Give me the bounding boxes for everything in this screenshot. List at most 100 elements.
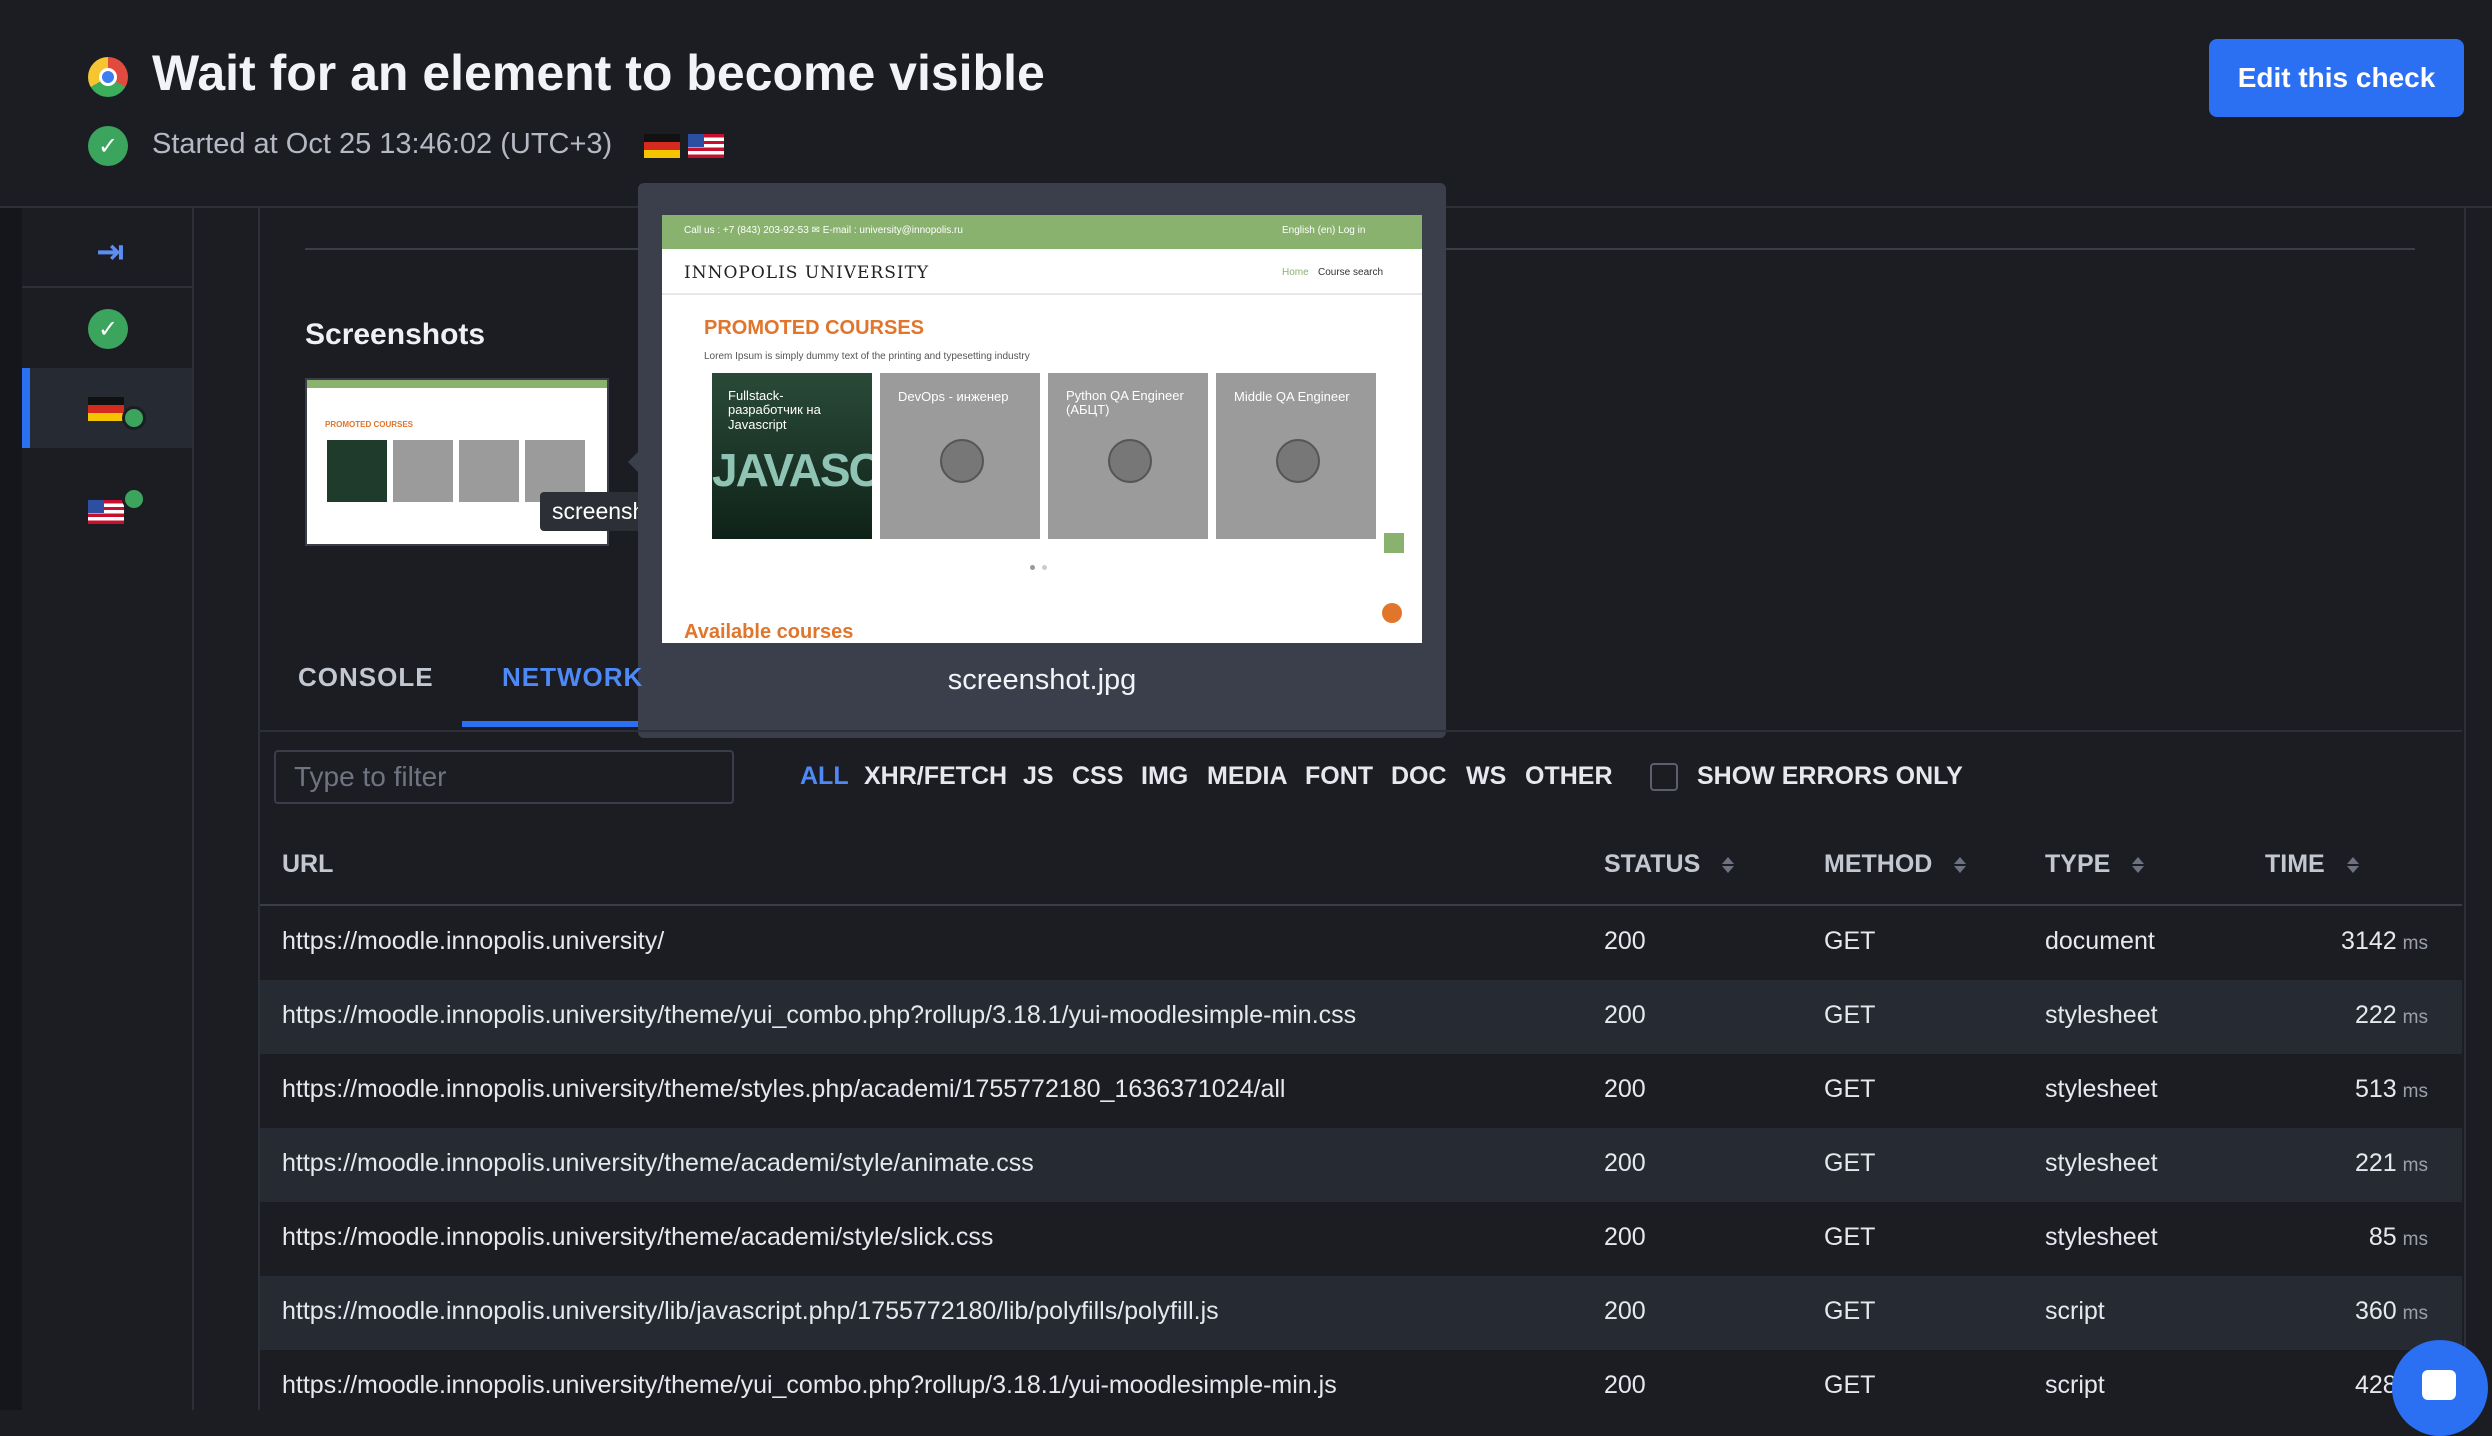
germany-flag-icon (644, 134, 680, 158)
col-status[interactable]: STATUS (1604, 850, 1735, 879)
popover-caret (628, 452, 638, 472)
cell-url: https://moodle.innopolis.university/lib/… (282, 1297, 1219, 1325)
filter-doc[interactable]: DOC (1391, 762, 1447, 791)
chat-launcher-icon[interactable] (2392, 1340, 2488, 1436)
cell-time: 3142 ms (2341, 927, 2428, 955)
page-header (0, 0, 2492, 208)
preview-card-2: DevOps - инженер (880, 373, 1040, 539)
sort-icon (2346, 855, 2359, 875)
sort-icon (1722, 855, 1735, 875)
cell-status: 200 (1604, 1297, 1646, 1325)
cell-time: 360 ms (2354, 1297, 2428, 1325)
cell-status: 200 (1604, 1149, 1646, 1177)
germany-flag-icon (88, 397, 124, 421)
cell-url: https://moodle.innopolis.university/them… (282, 1223, 994, 1251)
table-row[interactable]: https://moodle.innopolis.university/lib/… (260, 1276, 2462, 1350)
cell-type: stylesheet (2045, 1075, 2158, 1103)
filter-xhr-fetch[interactable]: XHR/FETCH (864, 762, 1007, 791)
cell-type: stylesheet (2045, 1001, 2158, 1029)
success-check-icon: ✓ (88, 126, 128, 166)
sidebar-divider (22, 286, 192, 288)
cell-url: https://moodle.innopolis.university/them… (282, 1149, 1034, 1177)
filter-media[interactable]: MEDIA (1207, 762, 1288, 791)
preview-promoted-title: PROMOTED COURSES (704, 317, 925, 339)
cell-status: 200 (1604, 927, 1646, 955)
thumb-promoted: PROMOTED COURSES (325, 420, 414, 429)
filter-all[interactable]: ALL (800, 762, 849, 791)
col-url: URL (282, 850, 334, 878)
cell-method: GET (1824, 1149, 1876, 1177)
cell-method: GET (1824, 1223, 1876, 1251)
active-indicator (22, 368, 30, 448)
show-errors-checkbox[interactable] (1650, 763, 1678, 791)
active-tab-indicator (462, 721, 638, 727)
cell-type: stylesheet (2045, 1223, 2158, 1251)
cell-url: https://moodle.innopolis.university/them… (282, 1001, 1357, 1029)
table-row[interactable]: https://moodle.innopolis.university/them… (260, 1128, 2462, 1202)
col-time[interactable]: TIME (2265, 850, 2359, 879)
cell-url: https://moodle.innopolis.university/ (282, 927, 665, 955)
filter-img[interactable]: IMG (1141, 762, 1188, 791)
tabs-divider (260, 730, 2462, 732)
filter-js[interactable]: JS (1023, 762, 1054, 791)
expand-sidebar-icon[interactable]: ⇥ (96, 232, 125, 272)
preview-nav-home: Home (1282, 267, 1309, 278)
filter-other[interactable]: OTHER (1525, 762, 1613, 791)
cell-type: document (2045, 927, 2155, 955)
cell-url: https://moodle.innopolis.university/them… (282, 1075, 1286, 1103)
preview-card-4: Middle QA Engineer (1216, 373, 1376, 539)
table-row[interactable]: https://moodle.innopolis.university/them… (260, 1054, 2462, 1128)
cell-type: stylesheet (2045, 1149, 2158, 1177)
preview-card-1: Fullstack-разработчик на Javascript JAVA… (712, 373, 872, 539)
screenshot-caption: screenshot.jpg (947, 664, 1137, 696)
cell-time: 221 ms (2354, 1149, 2428, 1177)
preview-available: Available courses (684, 621, 854, 643)
screenshots-heading: Screenshots (305, 318, 486, 351)
cell-status: 200 (1604, 1371, 1646, 1399)
edit-check-button[interactable]: Edit this check (2209, 39, 2464, 117)
page-title: Wait for an element to become visible (152, 45, 1045, 101)
preview-login: English (en) Log in (1282, 225, 1366, 236)
sidebar-item-summary[interactable]: ✓ (88, 309, 128, 349)
preview-nav-search: Course search (1318, 267, 1384, 278)
col-type[interactable]: TYPE (2045, 850, 2145, 879)
cell-status: 200 (1604, 1223, 1646, 1251)
cell-method: GET (1824, 1371, 1876, 1399)
tab-console[interactable]: CONSOLE (298, 662, 434, 693)
cell-method: GET (1824, 1297, 1876, 1325)
sort-icon (1954, 855, 1967, 875)
cell-type: script (2045, 1371, 2105, 1399)
preview-contact: Call us : +7 (843) 203-92-53 ✉ E-mail : … (684, 225, 963, 236)
cell-url: https://moodle.innopolis.university/them… (282, 1371, 1337, 1399)
cell-time: 222 ms (2354, 1001, 2428, 1029)
cell-status: 200 (1604, 1075, 1646, 1103)
filter-ws[interactable]: WS (1466, 762, 1506, 791)
table-row[interactable]: https://moodle.innopolis.university/them… (260, 1350, 2462, 1410)
table-row[interactable]: https://moodle.innopolis.university/them… (260, 1202, 2462, 1276)
cell-method: GET (1824, 1075, 1876, 1103)
show-errors-label[interactable]: SHOW ERRORS ONLY (1697, 762, 1963, 791)
table-row[interactable]: https://moodle.innopolis.university/them… (260, 980, 2462, 1054)
cell-method: GET (1824, 1001, 1876, 1029)
table-row[interactable]: https://moodle.innopolis.university/ 200… (260, 906, 2462, 980)
chrome-icon (88, 57, 128, 97)
us-flag-icon (688, 134, 724, 158)
status-dot (122, 487, 146, 511)
cell-time: 513 ms (2354, 1075, 2428, 1103)
preview-logo: INNOPOLIS UNIVERSITY (684, 263, 930, 283)
screenshot-preview-image: Call us : +7 (843) 203-92-53 ✉ E-mail : … (662, 215, 1422, 643)
status-dot (122, 406, 146, 430)
sidebar-item-us[interactable] (88, 500, 124, 524)
left-rail (0, 0, 24, 1410)
cell-method: GET (1824, 927, 1876, 955)
cell-status: 200 (1604, 1001, 1646, 1029)
cell-time: 85 ms (2368, 1223, 2428, 1251)
filter-input[interactable] (274, 750, 734, 804)
tab-network[interactable]: NETWORK (502, 662, 643, 693)
filter-css[interactable]: CSS (1072, 762, 1123, 791)
cell-type: script (2045, 1297, 2105, 1325)
col-method[interactable]: METHOD (1824, 850, 1967, 879)
preview-lorem: Lorem Ipsum is simply dummy text of the … (704, 351, 1030, 362)
filter-font[interactable]: FONT (1305, 762, 1373, 791)
preview-card-3: Python QA Engineer (АБЦТ) (1048, 373, 1208, 539)
